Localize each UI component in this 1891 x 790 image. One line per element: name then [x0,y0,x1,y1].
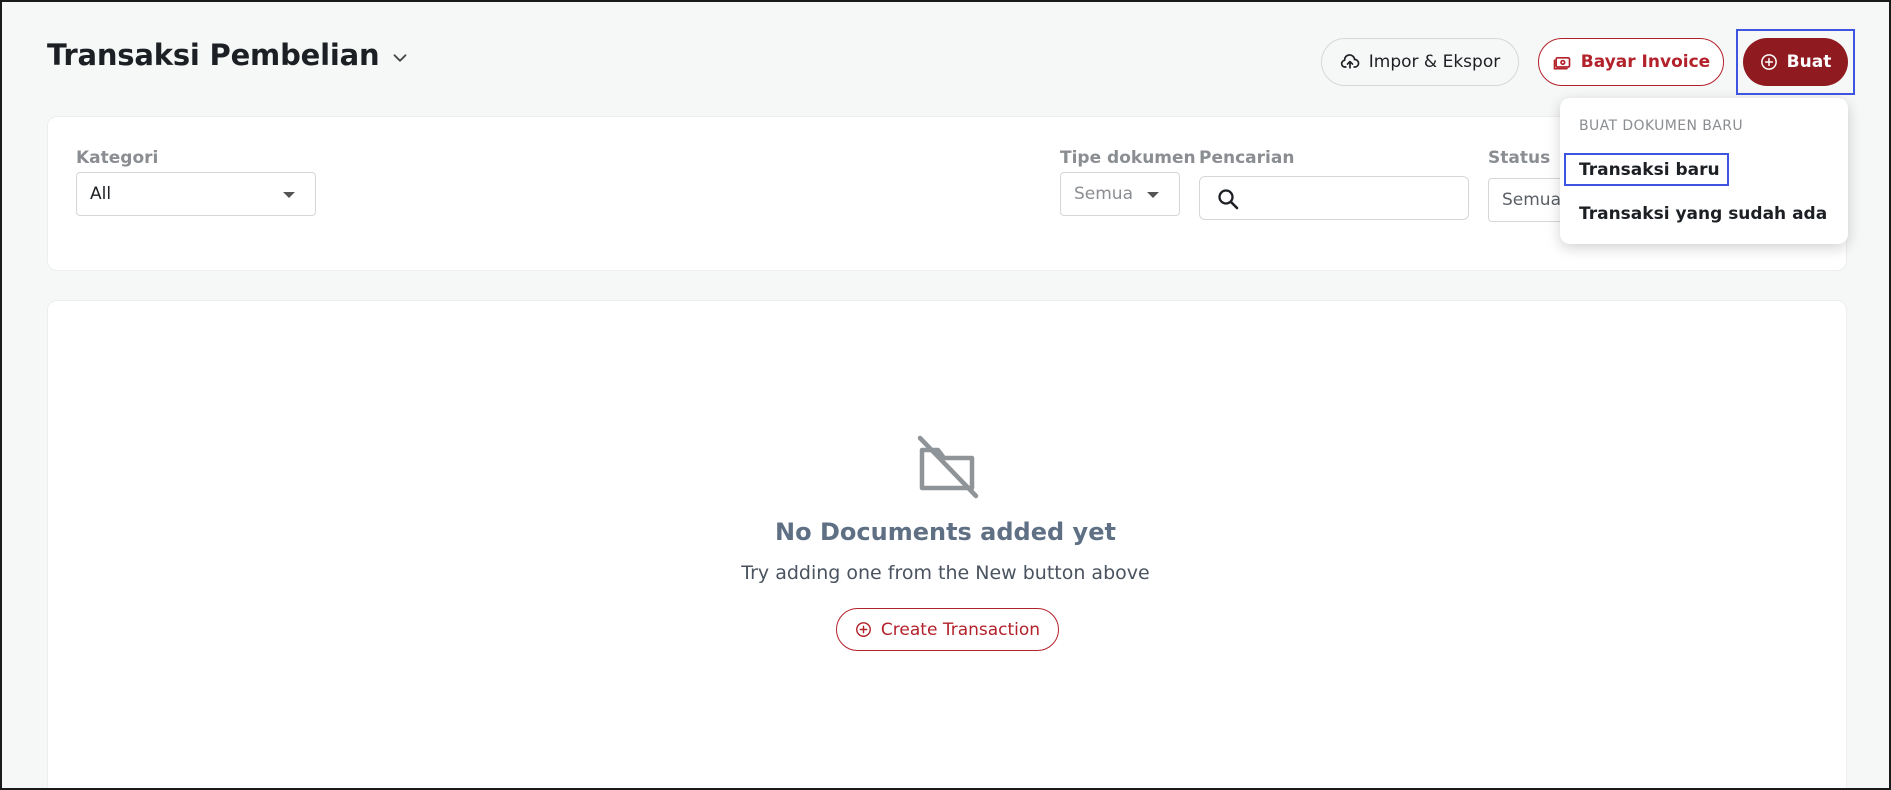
create-label: Buat [1786,52,1832,72]
money-icon [1553,57,1571,70]
create-button[interactable]: Buat [1743,38,1848,86]
empty-state-subtitle: Try adding one from the New button above [741,562,1150,584]
caret-down-icon [1147,192,1159,198]
empty-state-title: No Documents added yet [775,518,1116,546]
search-icon [1218,189,1239,210]
plus-circle-icon [855,622,871,637]
category-label: Kategori [76,148,159,168]
status-value: Semua [1502,190,1562,210]
page-title: Transaksi Pembelian [47,38,380,72]
pay-invoice-button[interactable]: Bayar Invoice [1538,38,1724,86]
import-export-button[interactable]: Impor & Ekspor [1321,38,1519,86]
page-title-selector[interactable]: Transaksi Pembelian [47,38,411,72]
doc-type-label: Tipe dokumen [1060,148,1196,168]
status-label: Status [1488,148,1551,168]
pay-invoice-label: Bayar Invoice [1580,52,1711,72]
caret-down-icon [283,192,295,198]
category-select[interactable]: All [76,172,316,216]
menu-item-existing-transaction[interactable]: Transaksi yang sudah ada [1579,204,1827,224]
plus-circle-icon [1760,54,1777,70]
dropdown-heading: BUAT DOKUMEN BARU [1579,118,1743,134]
category-value: All [90,184,112,204]
search-input[interactable] [1199,176,1469,220]
cloud-upload-icon [1340,54,1360,69]
create-dropdown-menu: BUAT DOKUMEN BARU Transaksi baru Transak… [1560,98,1848,244]
menu-item-new-transaction[interactable]: Transaksi baru [1579,160,1720,180]
import-export-label: Impor & Ekspor [1368,52,1501,72]
chevron-down-icon [393,54,407,62]
doc-type-value: Semua [1074,184,1134,204]
create-transaction-label: Create Transaction [880,619,1041,640]
create-transaction-button[interactable]: Create Transaction [836,608,1059,651]
search-label: Pencarian [1199,148,1295,168]
folder-off-icon [917,435,979,499]
doc-type-select[interactable]: Semua [1060,172,1180,216]
